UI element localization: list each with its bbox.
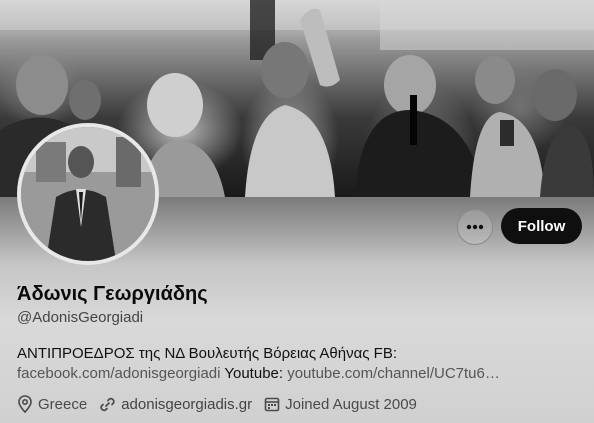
bio-youtube-link[interactable]: youtube.com/channel/UC7tu6… [287,365,500,382]
bio-youtube-label: Youtube: [220,365,288,382]
profile-meta: Greece adonisgeorgiadis.gr Joined August… [17,395,429,413]
website-link[interactable]: adonisgeorgiadis.gr [121,396,252,413]
link-icon [100,397,115,411]
calendar-icon [264,397,280,412]
meta-location: Greece [17,395,87,413]
bio-text-line: ΑΝΤΙΠΡΟΕΔΡΟΣ της ΝΔ Βουλευτής Βόρειας Αθ… [17,345,398,362]
more-dots-icon [466,224,484,230]
meta-website[interactable]: adonisgeorgiadis.gr [99,396,252,413]
location-pin-icon [18,395,32,413]
follow-button[interactable]: Follow [501,208,582,244]
profile-bio: ΑΝΤΙΠΡΟΕΔΡΟΣ της ΝΔ Βουλευτής Βόρειας Αθ… [17,344,582,384]
profile-avatar[interactable] [17,123,159,265]
meta-joined: Joined August 2009 [264,396,417,413]
joined-text: Joined August 2009 [285,395,417,413]
profile-handle: @AdonisGeorgiadi [17,309,144,326]
location-text: Greece [38,395,88,413]
bio-facebook-link[interactable]: facebook.com/adonisgeorgiadi [17,365,220,382]
profile-display-name: Άδωνις Γεωργιάδης [17,283,208,305]
more-options-button[interactable] [457,209,493,245]
